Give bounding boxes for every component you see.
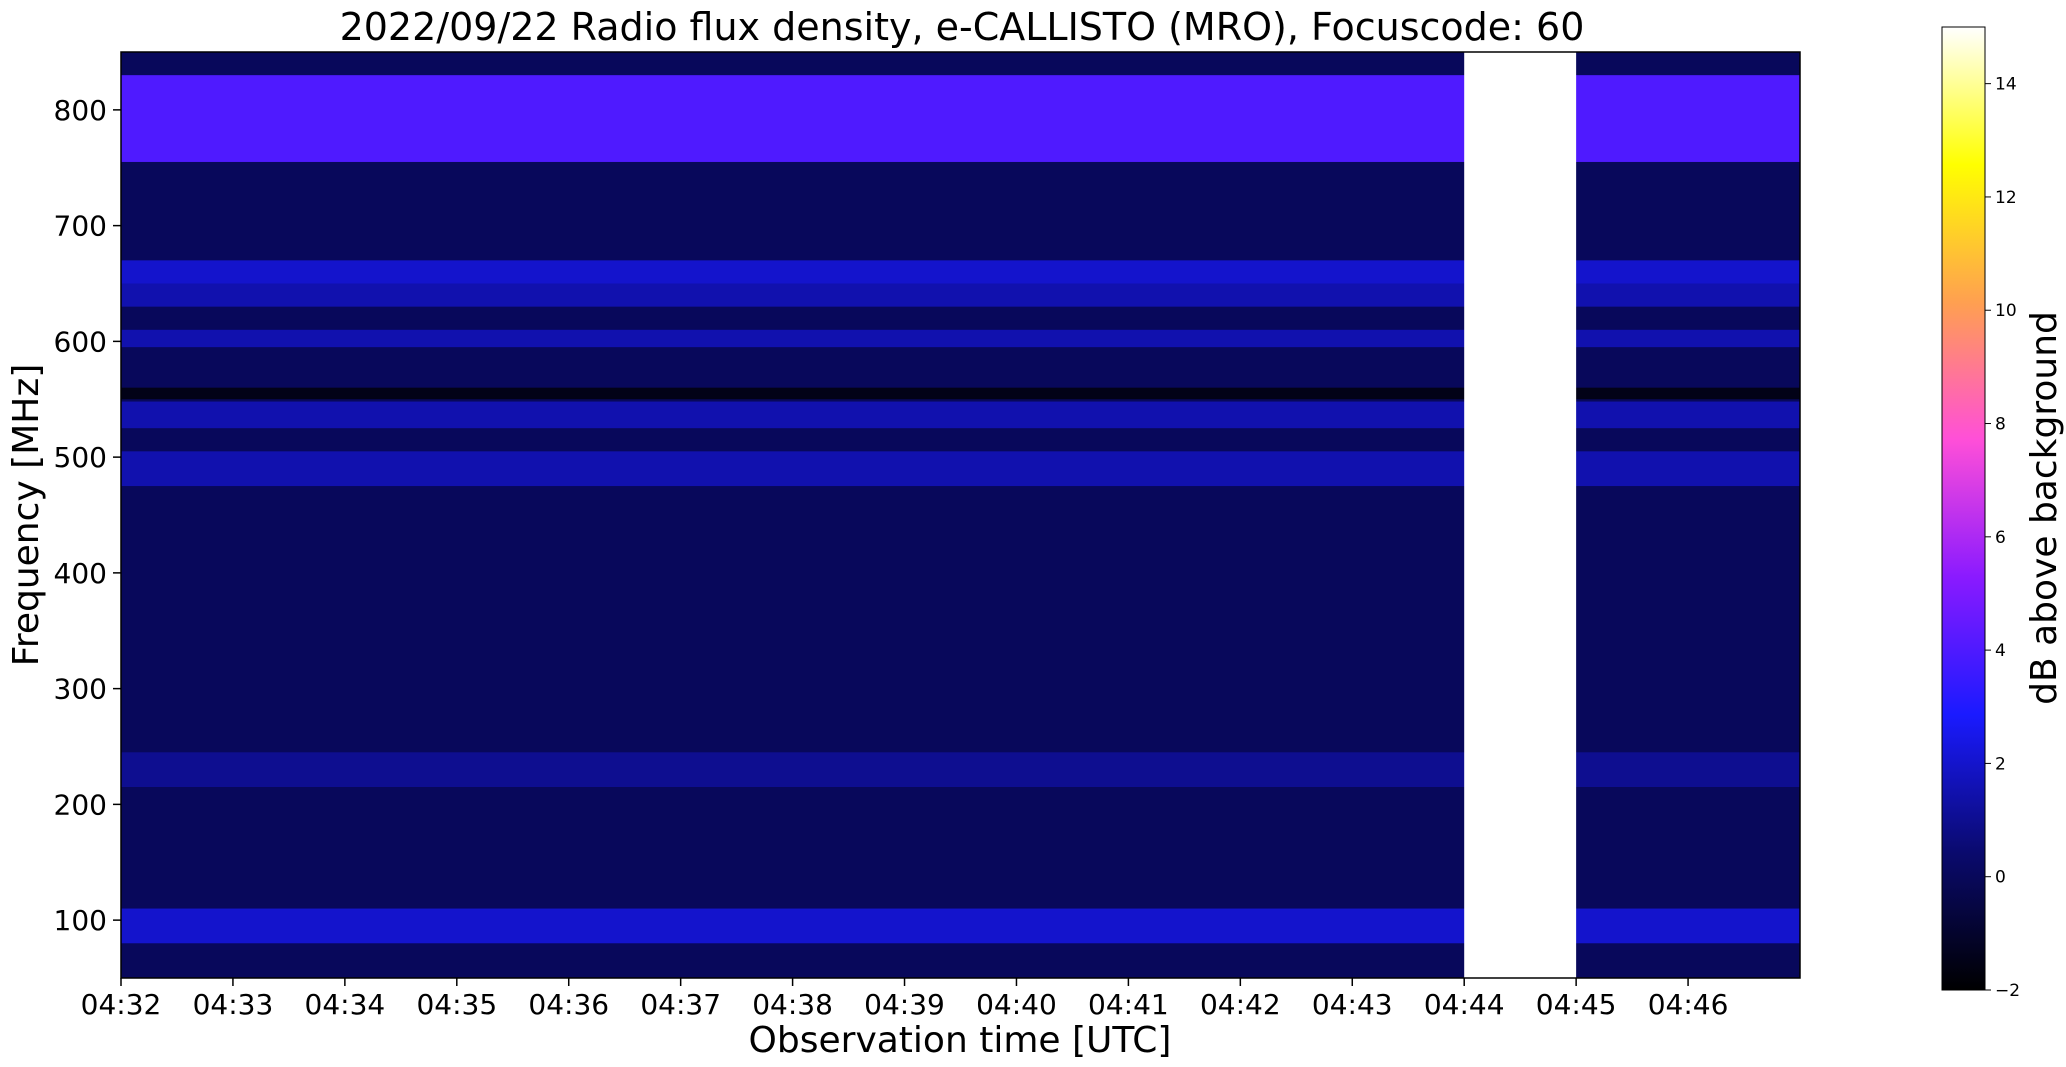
x-tick-label: 04:41 (1088, 988, 1169, 1021)
x-axis: 04:32 04:33 04:34 04:35 04:36 04:37 04:38 04:39… (81, 978, 1729, 1021)
colorbar-tick-label: 12 (1995, 188, 2017, 208)
x-tick-label: 04:43 (1312, 988, 1393, 1021)
x-tick-label: 04:40 (976, 988, 1057, 1021)
y-tick-label: 500 (54, 441, 107, 474)
y-tick-label: 800 (54, 94, 107, 127)
y-tick-label: 700 (54, 210, 107, 243)
y-axis-label: Frequency [MHz] (6, 364, 47, 667)
colorbar-tick-label: 6 (1995, 528, 2006, 548)
y-tick-label: 100 (54, 904, 107, 937)
burst-column (1464, 52, 1577, 978)
colorbar-label: dB above background (2024, 311, 2065, 705)
x-tick-label: 04:34 (305, 988, 386, 1021)
y-tick-label: 600 (54, 325, 107, 358)
x-tick-label: 04:37 (640, 988, 721, 1021)
chart-title: 2022/09/22 Radio flux density, e-CALLIST… (340, 5, 1585, 49)
x-axis-label: Observation time [UTC] (749, 1020, 1172, 1061)
colorbar-ticks: −2 0 2 4 6 8 10 12 14 (1985, 75, 2020, 1001)
colorbar-tick-label: 2 (1995, 754, 2006, 774)
colorbar-tick-label: 4 (1995, 641, 2006, 661)
x-tick-label: 04:32 (81, 988, 162, 1021)
x-tick-label: 04:44 (1424, 988, 1505, 1021)
colorbar-tick-label: 10 (1995, 301, 2017, 321)
colorbar-gradient (1941, 26, 1986, 991)
plot-area (120, 51, 1801, 979)
colorbar-tick-label: 14 (1995, 75, 2017, 95)
x-tick-label: 04:45 (1536, 988, 1617, 1021)
burst-layer (1464, 52, 1577, 978)
spectrogram-chart: 2022/09/22 Radio flux density, e-CALLIST… (6, 5, 2065, 1061)
x-tick-label: 04:42 (1200, 988, 1281, 1021)
y-tick-label: 300 (54, 673, 107, 706)
y-axis: 100 200 300 400 500 600 700 800 (54, 94, 121, 937)
x-tick-label: 04:38 (752, 988, 833, 1021)
colorbar-tick-label: 8 (1995, 415, 2006, 435)
x-tick-label: 04:39 (864, 988, 945, 1021)
colorbar-tick-label: −2 (1995, 981, 2020, 1001)
y-tick-label: 200 (54, 788, 107, 821)
x-tick-label: 04:33 (193, 988, 274, 1021)
x-tick-label: 04:35 (416, 988, 497, 1021)
x-tick-label: 04:36 (528, 988, 609, 1021)
x-tick-label: 04:46 (1648, 988, 1729, 1021)
colorbar-tick-label: 0 (1995, 868, 2006, 888)
y-tick-label: 400 (54, 557, 107, 590)
colorbar: −2 0 2 4 6 8 10 12 14 dB above background (1941, 26, 2065, 1001)
